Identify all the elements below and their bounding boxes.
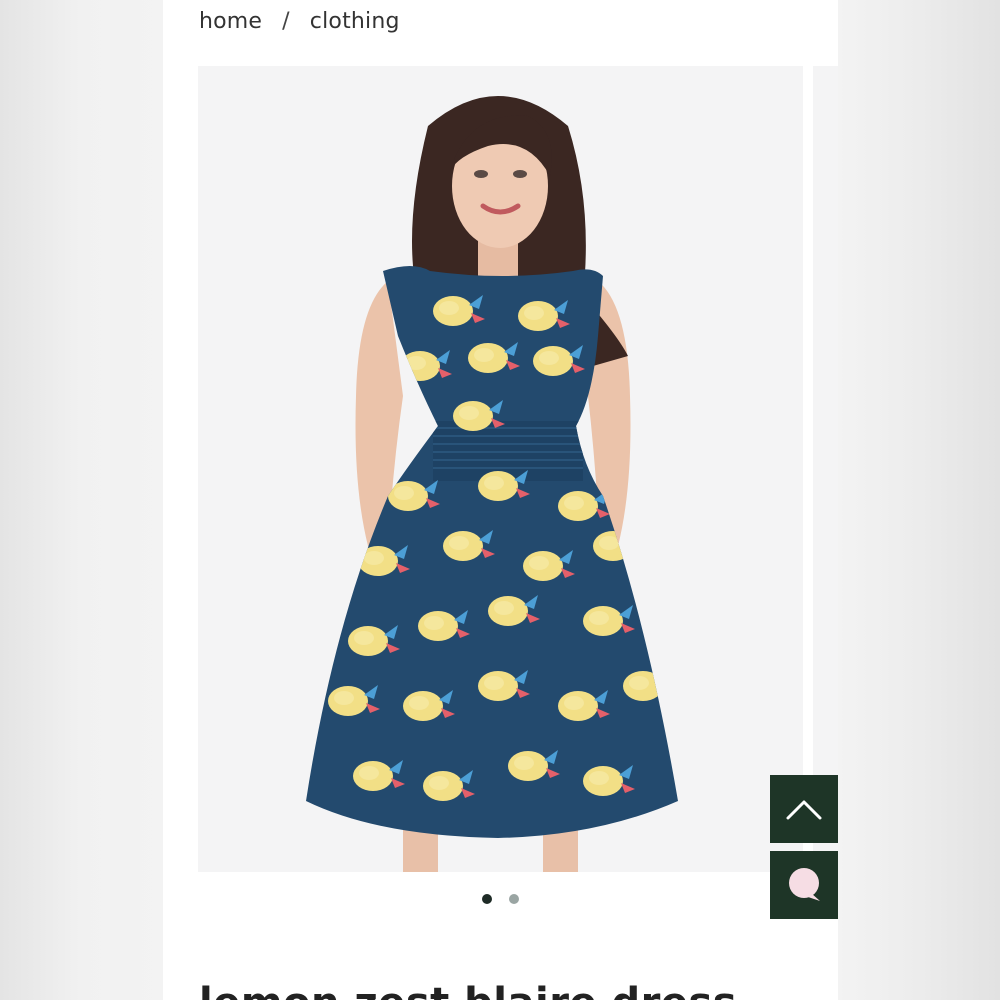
carousel-pagination — [163, 894, 838, 904]
product-page: home / clothing — [163, 0, 838, 1000]
carousel-dot-2[interactable] — [509, 894, 519, 904]
product-title: lemon zest blaire dress — [199, 980, 737, 1000]
scroll-to-top-button[interactable] — [770, 775, 838, 843]
chat-bubble-icon — [789, 868, 820, 901]
product-image-carousel[interactable] — [198, 66, 803, 872]
carousel-dot-1[interactable] — [482, 894, 492, 904]
breadcrumb-separator: / — [282, 8, 290, 34]
next-image-peek[interactable] — [813, 66, 838, 872]
breadcrumb: home / clothing — [199, 6, 400, 36]
breadcrumb-home-link[interactable]: home — [199, 9, 262, 34]
chevron-up-icon — [786, 800, 822, 820]
product-photo — [198, 66, 803, 872]
chat-button[interactable] — [770, 851, 838, 919]
breadcrumb-clothing-link[interactable]: clothing — [310, 9, 400, 34]
